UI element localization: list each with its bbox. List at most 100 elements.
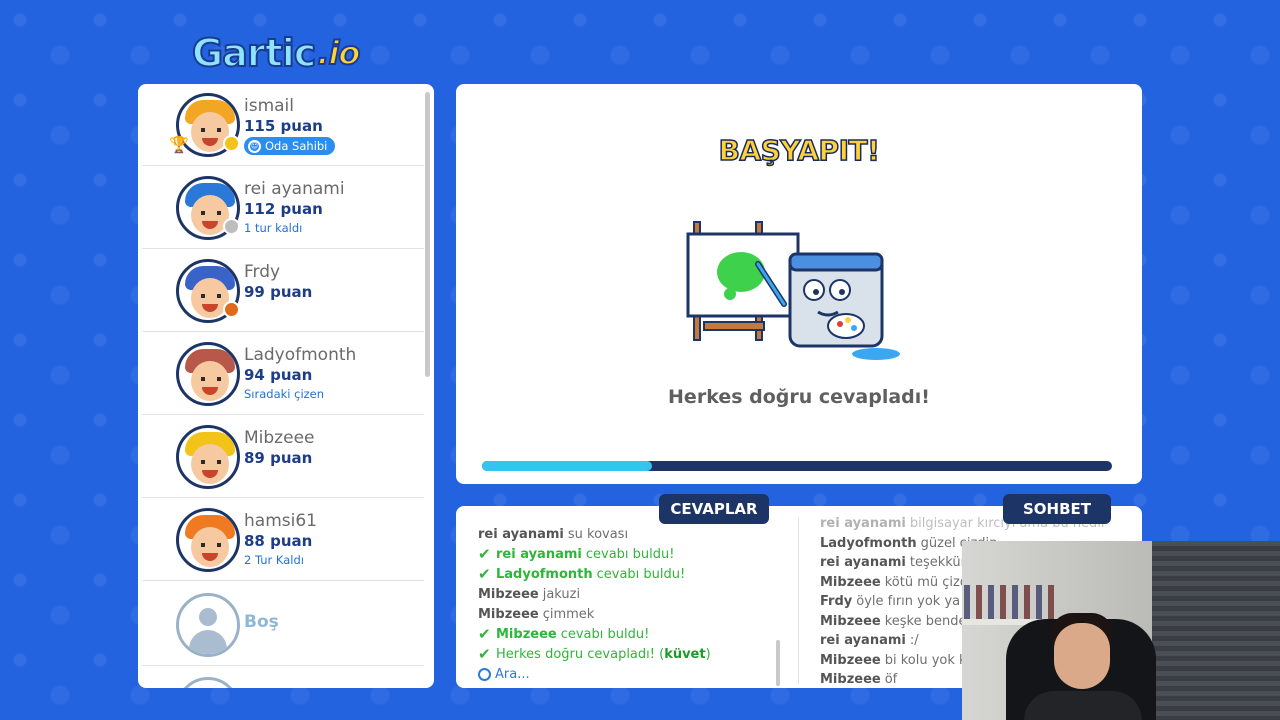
- player-status-dot: [223, 218, 240, 235]
- chat-text: öyle fırın yok ya: [856, 594, 961, 610]
- avatar-eyes: [201, 128, 221, 132]
- answers-list: rei ayanami su kovası ✔ rei ayanami cevabı b…: [478, 524, 788, 684]
- answer-text: su kovası: [567, 526, 629, 542]
- chat-author: Ladyofmonth: [820, 535, 917, 551]
- player-row[interactable]: Frdy 99 puan: [142, 250, 424, 332]
- chat-author: Mibzeee: [820, 672, 881, 688]
- player-name: ismail: [244, 96, 295, 116]
- chat-author: Mibzeee: [820, 652, 881, 668]
- player-avatar: [176, 342, 240, 406]
- player-name: hamsi61: [244, 511, 317, 531]
- empty-slot-label: Boş: [244, 612, 279, 632]
- tab-answers[interactable]: CEVAPLAR: [659, 494, 769, 524]
- final-answer-close: ): [705, 646, 711, 662]
- player-points: 112 puan: [244, 200, 323, 218]
- answer-author: Mibzeee: [478, 606, 539, 622]
- player-row[interactable]: Ladyofmonth 94 puan Sıradaki çizen: [142, 333, 424, 415]
- empty-player-slot: Boş: [142, 584, 424, 666]
- answer-text: cevabı buldu!: [596, 566, 686, 582]
- player-points: 99 puan: [244, 283, 313, 301]
- room-owner-badge: ☺ Oda Sahibi: [244, 137, 336, 155]
- chat-author: rei ayanami: [820, 633, 906, 649]
- answer-author: rei ayanami: [478, 526, 564, 542]
- checkmark-icon: ✔: [478, 625, 491, 643]
- round-progress-bar: [482, 461, 1112, 471]
- player-points: 88 puan: [244, 532, 313, 550]
- checkmark-icon: ✔: [478, 545, 491, 563]
- answer-line: ✔ Herkes doğru cevapladı! (küvet): [478, 644, 788, 664]
- answer-author: Mibzeee: [496, 626, 557, 642]
- answer-line: ✔ Mibzeee cevabı buldu!: [478, 624, 788, 644]
- checkmark-icon: ✔: [478, 645, 491, 663]
- player-status-text: 2 Tur Kaldı: [244, 553, 304, 567]
- chat-text: öf: [884, 672, 898, 688]
- player-status-dot: [223, 135, 240, 152]
- chat-author: Mibzeee: [820, 574, 881, 590]
- answer-text: cevabı buldu!: [585, 546, 675, 562]
- avatar-eyes: [201, 294, 221, 298]
- answer-line: Mibzeee jakuzi: [478, 584, 788, 604]
- player-row[interactable]: 🏆 ismail 115 puan ☺ Oda Sahibi: [142, 84, 424, 166]
- avatar-eyes: [201, 377, 221, 381]
- final-answer-line: Herkes doğru cevapladı! (küvet): [496, 647, 711, 662]
- final-answer-text: Herkes doğru cevapladı! (: [496, 646, 665, 662]
- room-owner-label: Oda Sahibi: [265, 139, 328, 153]
- answer-author: rei ayanami: [496, 546, 582, 562]
- empty-player-slot-2: [142, 668, 424, 688]
- avatar-eyes: [201, 211, 221, 215]
- avatar-eyes: [201, 460, 221, 464]
- answer-line: ✔ Ladyofmonth cevabı buldu!: [478, 564, 788, 584]
- chat-author: rei ayanami: [820, 516, 906, 532]
- checkmark-icon: ✔: [478, 565, 491, 583]
- empty-avatar-icon: [176, 593, 240, 657]
- chat-author: rei ayanami: [820, 555, 906, 571]
- player-points: 115 puan: [244, 117, 323, 135]
- streamer-webcam: [962, 541, 1280, 720]
- answers-scrollbar[interactable]: [776, 640, 780, 686]
- gartic-logo[interactable]: Gartic .io: [191, 30, 382, 76]
- answer-author: Mibzeee: [478, 586, 539, 602]
- panel-divider: [798, 518, 799, 684]
- player-name: rei ayanami: [244, 179, 345, 199]
- waiting-text: Ara...: [495, 666, 530, 682]
- main-panel: BAŞYAPIT! Herkes doğru cevapladı!: [456, 84, 1142, 484]
- logo-suffix-text: .io: [316, 33, 361, 73]
- player-points: 89 puan: [244, 449, 313, 467]
- answer-line: rei ayanami su kovası: [478, 524, 788, 544]
- player-name: Ladyofmonth: [244, 345, 357, 365]
- all-correct-message: Herkes doğru cevapladı!: [668, 386, 930, 408]
- answer-author: Ladyofmonth: [496, 566, 593, 582]
- avatar-face: [191, 444, 229, 484]
- player-name: Frdy: [244, 262, 281, 282]
- easel-paint-bucket-illustration: [686, 221, 900, 360]
- masterpiece-title: BAŞYAPIT!: [718, 133, 881, 168]
- player-avatar: [176, 425, 240, 489]
- trophy-icon: 🏆: [169, 135, 189, 154]
- player-list-scrollbar[interactable]: [425, 92, 430, 377]
- logo-main-text: Gartic: [191, 30, 317, 76]
- chat-author: Mibzeee: [820, 613, 881, 629]
- player-row[interactable]: Mibzeee 89 puan: [142, 416, 424, 498]
- answer-text: jakuzi: [542, 586, 581, 602]
- chat-text: :/: [909, 633, 919, 649]
- player-points: 94 puan: [244, 366, 313, 384]
- answer-line: ✔ rei ayanami cevabı buldu!: [478, 544, 788, 564]
- player-row[interactable]: hamsi61 88 puan 2 Tur Kaldı: [142, 499, 424, 581]
- revealed-word: küvet: [664, 646, 706, 662]
- tab-chat[interactable]: SOHBET: [1003, 494, 1111, 524]
- avatar-eyes: [201, 543, 221, 547]
- player-avatar: [176, 508, 240, 572]
- answer-line: Mibzeee çimmek: [478, 604, 788, 624]
- player-status-text: Sıradaki çizen: [244, 387, 325, 401]
- player-name: Mibzeee: [244, 428, 315, 448]
- chat-author: Frdy: [820, 594, 853, 610]
- empty-avatar-icon: [176, 677, 240, 688]
- clock-icon: [478, 667, 491, 681]
- round-progress-fill: [482, 461, 653, 471]
- answer-line: Ara...: [478, 664, 788, 684]
- player-list[interactable]: 🏆 ismail 115 puan ☺ Oda Sahibi rei ayanami 112…: [138, 84, 434, 688]
- player-status-dot: [223, 301, 240, 318]
- player-row[interactable]: rei ayanami 112 puan 1 tur kaldı: [142, 167, 424, 249]
- player-status-text: 1 tur kaldı: [244, 221, 303, 235]
- crown-icon: ☺: [248, 139, 261, 153]
